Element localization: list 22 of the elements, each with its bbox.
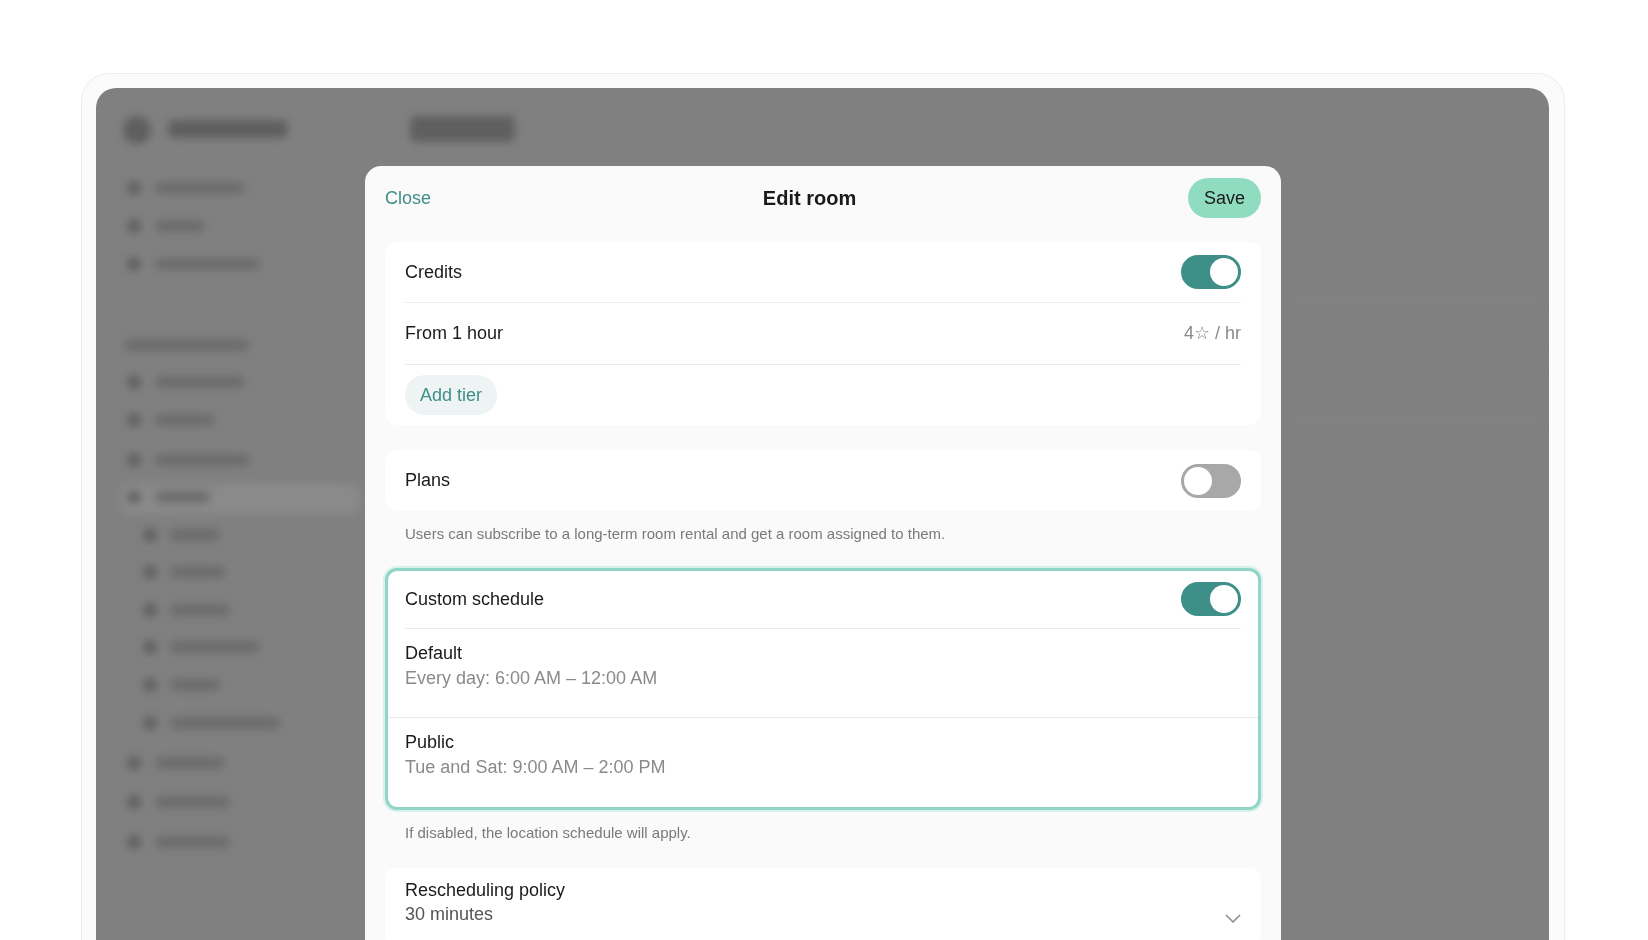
plans-hint: Users can subscribe to a long-term room rental and get a room assigned to them. [404,524,947,544]
credits-label: Credits [405,260,462,284]
toggle-switch[interactable] [1181,255,1241,289]
schedule-hint: If disabled, the location schedule will apply. [404,822,692,843]
chevron-down-icon [1225,914,1241,924]
close-link[interactable]: Close [385,184,432,212]
schedule-name: Default [405,641,464,665]
schedule-hours: Every day: 6:00 AM – 12:00 AM [405,666,659,690]
rescheduling-label: Rescheduling policy [405,879,566,902]
toggle-switch[interactable] [1181,463,1241,498]
save-button[interactable]: Save [1187,178,1261,218]
dialog-title: Edit room [762,186,857,211]
custom-schedule-label: Custom schedule [405,587,545,611]
tier-label: From 1 hour [405,322,504,345]
plans-label: Plans [405,469,451,492]
rescheduling-card[interactable]: Rescheduling policy 30 minutes [385,868,1261,940]
add-tier-button[interactable]: Add tier [405,375,498,415]
tier-price: 4☆ / hr [1183,322,1241,345]
schedule-hours: Tue and Sat: 9:00 AM – 2:00 PM [405,755,667,779]
toggle-switch[interactable] [1181,582,1241,616]
schedule-name: Public [405,730,456,754]
rescheduling-value: 30 minutes [405,903,495,926]
